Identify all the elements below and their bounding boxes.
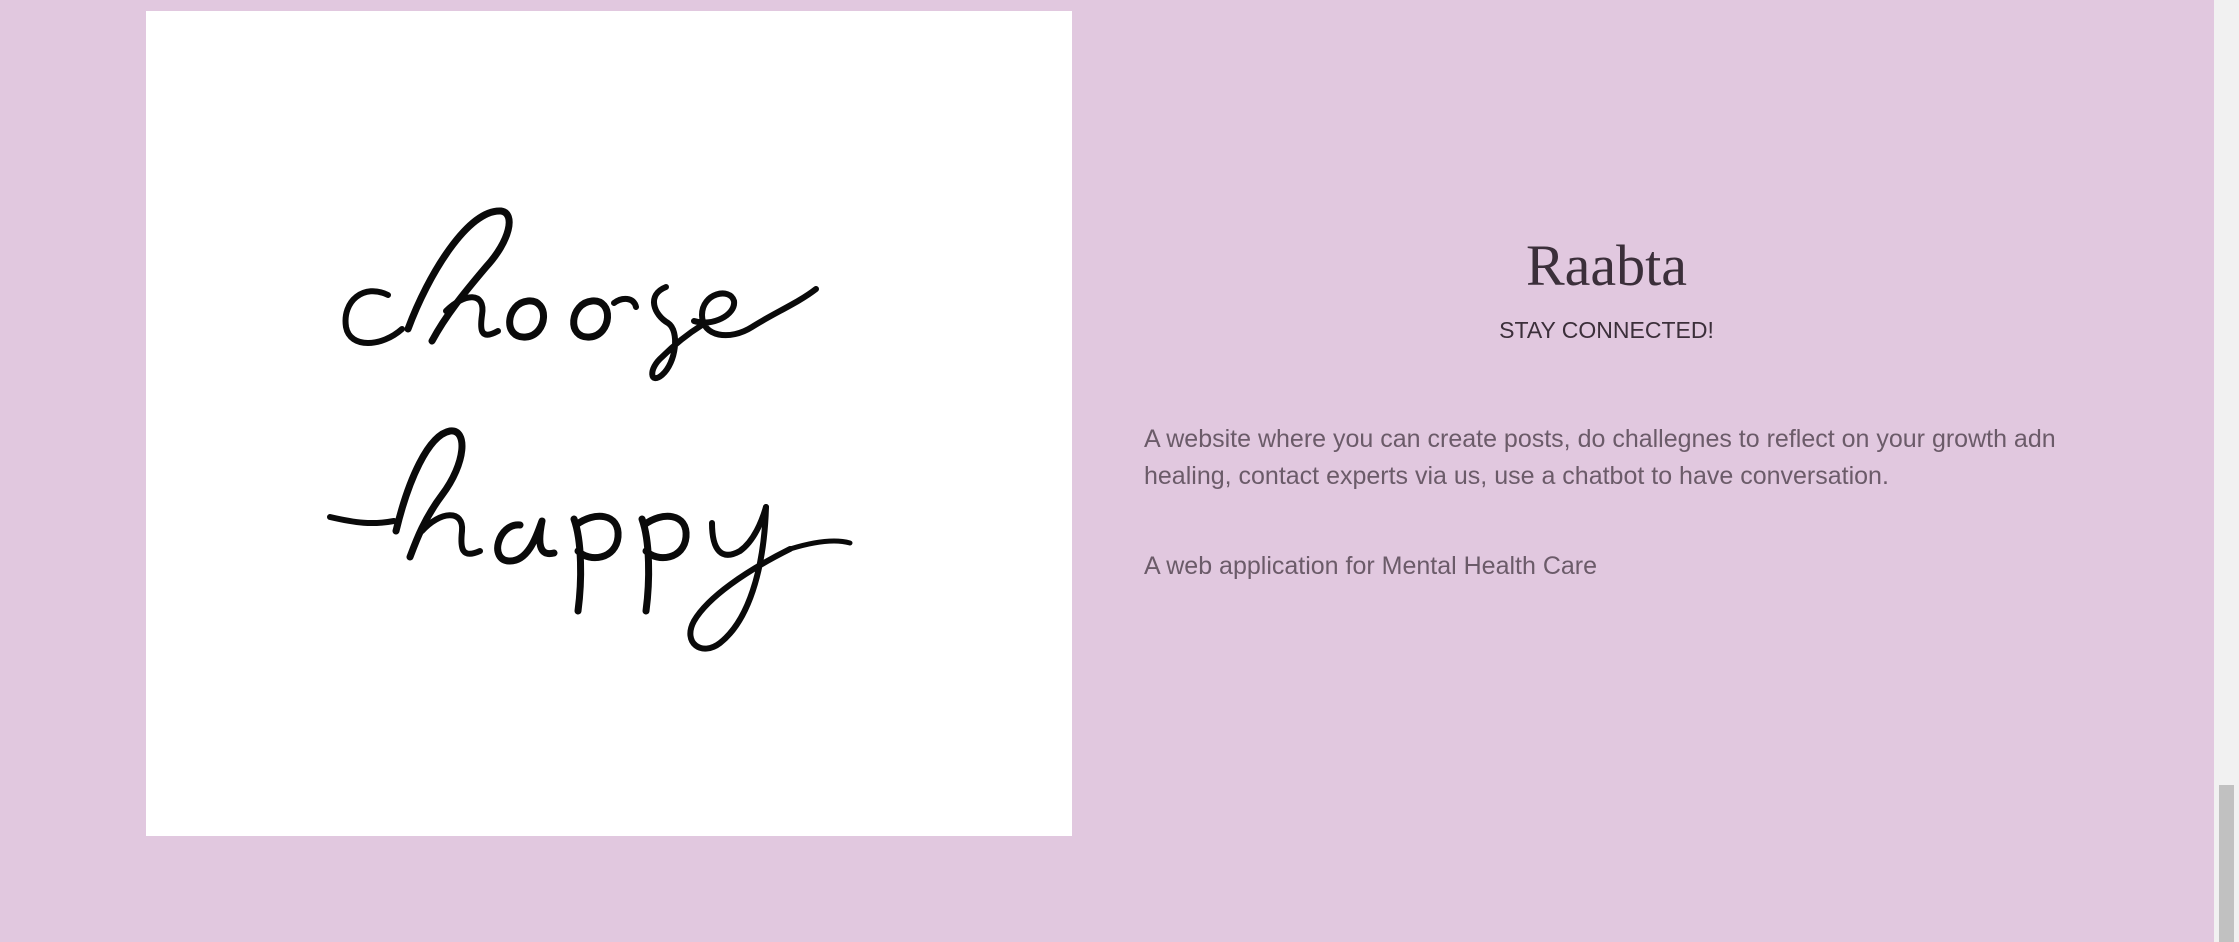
page: Raabta STAY CONNECTED! A website where y…: [0, 0, 2214, 942]
project-info: Raabta STAY CONNECTED! A website where y…: [1144, 232, 2069, 585]
project-title: Raabta: [1525, 233, 1688, 298]
choose-happy-lettering-image: [327, 207, 853, 652]
project-subtitle: A web application for Mental Health Care: [1144, 552, 1598, 580]
project-description: A website where you can create posts, do…: [1144, 425, 2056, 490]
hero-image: [146, 11, 1072, 836]
scrollbar-thumb[interactable]: [2219, 785, 2234, 942]
project-tagline: STAY CONNECTED!: [1499, 317, 1714, 343]
vertical-scrollbar[interactable]: [2214, 0, 2239, 942]
